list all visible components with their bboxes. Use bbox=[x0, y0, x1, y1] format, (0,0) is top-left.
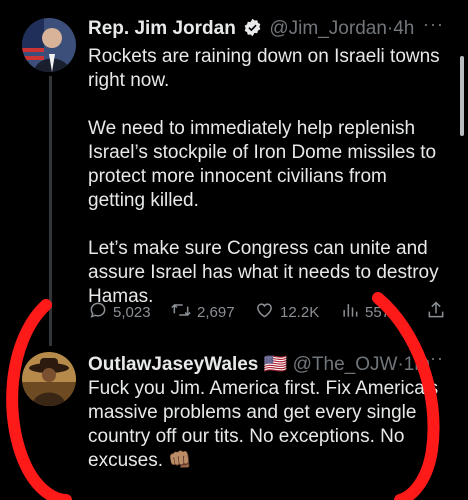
retweet-icon bbox=[170, 300, 197, 324]
avatar-outlaw-jasey-wales[interactable] bbox=[22, 352, 76, 406]
author-handle[interactable]: @Jim_Jordan bbox=[269, 18, 387, 39]
retweet-button[interactable]: 2,697 bbox=[170, 300, 235, 324]
share-button[interactable] bbox=[426, 300, 451, 324]
reply-button[interactable]: 5,023 bbox=[88, 300, 151, 324]
analytics-icon bbox=[340, 300, 365, 324]
fist-emoji-icon: 👊🏽 bbox=[168, 450, 192, 471]
views-button[interactable]: 557 bbox=[340, 300, 390, 324]
scrollbar[interactable] bbox=[460, 56, 464, 136]
tweet1-header: Rep. Jim Jordan @Jim_Jordan·4h bbox=[88, 18, 414, 43]
tweet2-text: Fuck you Jim. America first. Fix America… bbox=[88, 377, 443, 473]
thread-line bbox=[49, 76, 52, 346]
reply-icon bbox=[88, 300, 113, 324]
tweet2-header: OutlawJaseyWales 🇺🇸 @The_OJW·1m bbox=[88, 352, 430, 376]
author-name[interactable]: OutlawJaseyWales bbox=[88, 354, 258, 375]
more-options-icon[interactable]: ··· bbox=[423, 348, 444, 369]
verified-badge-icon bbox=[243, 18, 262, 43]
avatar-jim-jordan[interactable] bbox=[22, 18, 76, 72]
retweet-count: 2,697 bbox=[197, 303, 235, 321]
us-flag-icon: 🇺🇸 bbox=[263, 354, 288, 375]
views-count: 557 bbox=[365, 303, 391, 321]
tweet1-paragraph-3: Let’s make sure Congress can unite and a… bbox=[88, 238, 439, 307]
reply-count: 5,023 bbox=[113, 303, 151, 321]
like-count: 12.2K bbox=[280, 303, 320, 321]
like-button[interactable]: 12.2K bbox=[254, 300, 319, 324]
author-name[interactable]: Rep. Jim Jordan bbox=[88, 18, 236, 39]
tweet1-text: Rockets are raining down on Israeli town… bbox=[88, 45, 448, 309]
author-handle[interactable]: @The_OJW bbox=[293, 354, 398, 375]
heart-icon bbox=[254, 300, 280, 324]
tweet2-body: Fuck you Jim. America first. Fix America… bbox=[88, 378, 439, 471]
tweet1-paragraph-1: Rockets are raining down on Israeli town… bbox=[88, 46, 440, 91]
share-icon bbox=[426, 300, 451, 324]
more-options-icon[interactable]: ··· bbox=[423, 14, 444, 35]
timestamp[interactable]: 4h bbox=[393, 18, 414, 39]
tweet1-paragraph-2: We need to immediately help replenish Is… bbox=[88, 118, 437, 211]
tweet1-actions: 5,023 2,697 12.2K 557 bbox=[88, 300, 448, 330]
